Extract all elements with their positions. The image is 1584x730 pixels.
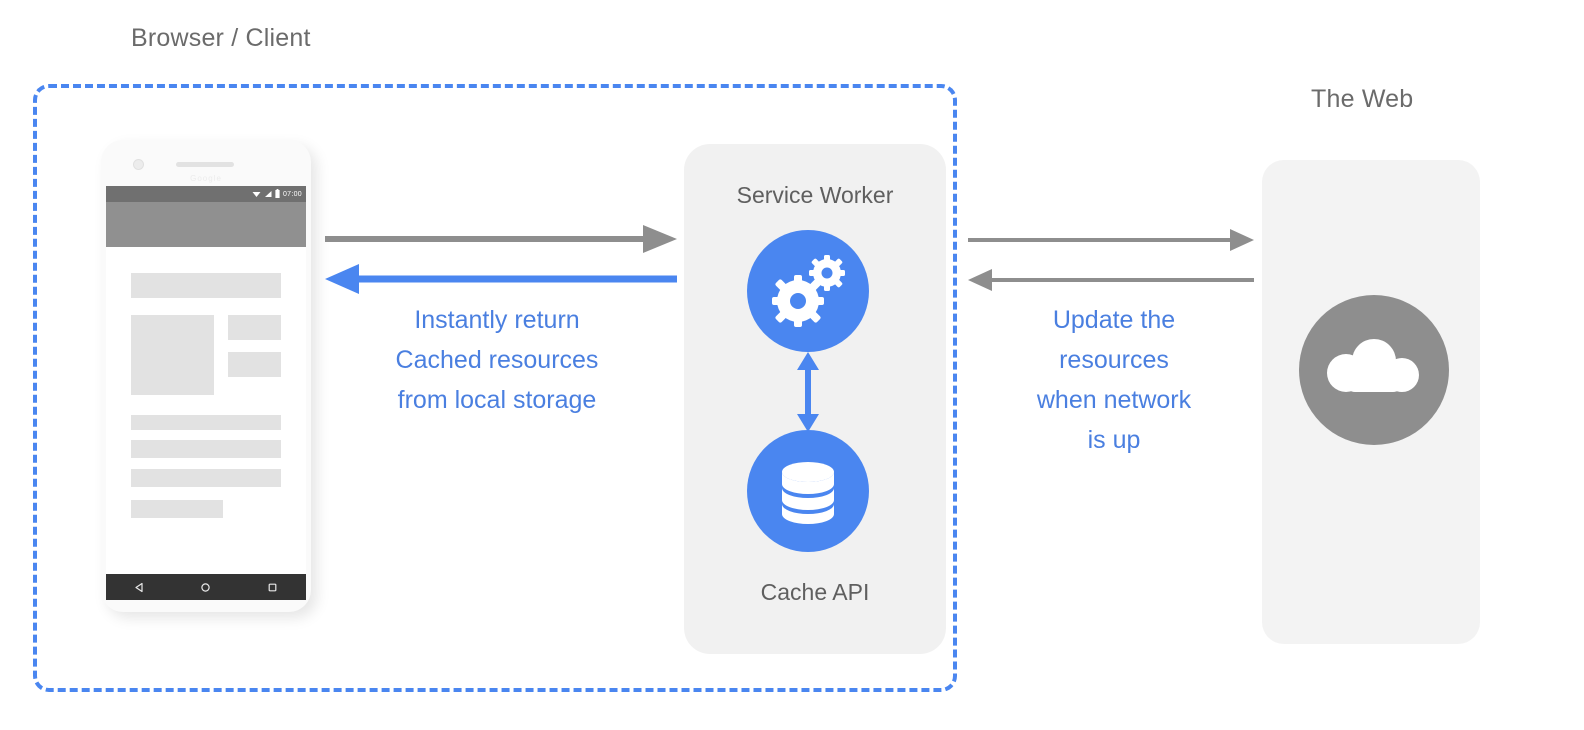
service-worker-title: Service Worker	[736, 182, 894, 208]
gears-icon	[747, 230, 869, 352]
phone-app-bar	[106, 202, 306, 247]
content-block	[131, 315, 214, 395]
signal-icon	[264, 186, 272, 203]
phone-status-bar: 07:00	[106, 186, 306, 202]
phone-brand-label: Google	[190, 174, 222, 183]
recents-square-icon[interactable]	[267, 582, 278, 593]
phone-nav-bar	[106, 574, 306, 600]
home-circle-icon[interactable]	[200, 582, 211, 593]
arrow-service-worker-to-web	[968, 229, 1254, 251]
arrow-client-to-service-worker	[325, 225, 677, 253]
phone-camera-icon	[133, 159, 144, 170]
back-triangle-icon[interactable]	[134, 582, 145, 593]
phone-screen: 07:00	[106, 186, 306, 574]
the-web-label: The Web	[1311, 85, 1414, 113]
diagram-canvas: Browser / Client The Web Google 07:00 Se…	[0, 0, 1584, 730]
content-block	[131, 469, 281, 487]
content-block	[131, 500, 223, 518]
phone-speaker	[176, 162, 234, 167]
phone-mockup: Google 07:00	[101, 140, 311, 612]
browser-client-label: Browser / Client	[131, 24, 311, 52]
database-icon	[747, 430, 869, 552]
cache-api-title: Cache API	[760, 579, 870, 605]
phone-content-placeholders	[106, 247, 306, 574]
content-block	[131, 415, 281, 430]
annotation-cached-resources: Instantly return Cached resources from l…	[395, 306, 599, 414]
arrow-service-worker-to-client	[325, 264, 677, 294]
battery-icon	[275, 186, 280, 203]
wifi-icon	[252, 186, 261, 203]
content-block	[131, 440, 281, 458]
content-block	[228, 315, 281, 340]
phone-status-time: 07:00	[282, 190, 302, 198]
content-block	[131, 273, 281, 298]
vertical-double-arrow-icon	[797, 352, 819, 432]
content-block	[228, 352, 281, 377]
annotation-update-resources: Update the resources when network is up	[1036, 306, 1192, 454]
arrow-web-to-service-worker	[968, 269, 1254, 291]
cloud-icon	[1299, 295, 1449, 445]
